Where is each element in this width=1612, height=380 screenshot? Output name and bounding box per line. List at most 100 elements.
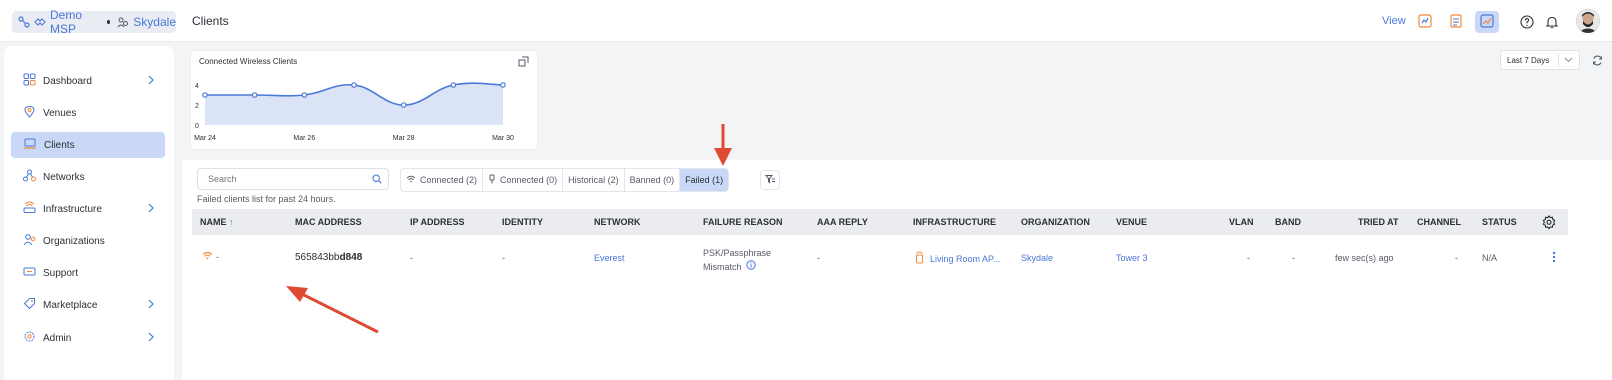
connected-clients-chart: 0 2 4 Mar 24 Mar 26 Mar 28 Mar 30 <box>194 82 514 142</box>
failure-reason-line: Mismatch <box>703 262 742 272</box>
aaa-reply-cell: - <box>817 253 820 263</box>
chart-data-point[interactable] <box>450 82 457 88</box>
failed-clients-hint: Failed clients list for past 24 hours. <box>197 194 336 204</box>
tab-connected-wired[interactable]: Connected (0) <box>483 169 564 191</box>
tag-icon <box>23 297 36 313</box>
view-label: View <box>1382 15 1406 27</box>
view-option-chart-button[interactable] <box>1475 11 1499 33</box>
sidebar-item-label: Venues <box>43 107 77 119</box>
mac-address-suffix: d848 <box>339 252 363 263</box>
select-divider <box>1558 54 1559 67</box>
chart-data-point[interactable] <box>400 102 407 108</box>
location-pin-icon <box>23 105 36 121</box>
mac-address-prefix: 565843bb <box>295 252 340 263</box>
sidebar-item-dashboard[interactable]: Dashboard <box>11 68 165 94</box>
column-header-network[interactable]: NETWORK <box>594 217 641 227</box>
avatar[interactable] <box>1576 9 1600 33</box>
column-header-mac-address[interactable]: MAC ADDRESS <box>295 217 362 227</box>
sidebar-item-label: Infrastructure <box>43 203 102 215</box>
column-header-identity[interactable]: IDENTITY <box>502 217 543 227</box>
venue-link[interactable]: Tower 3 <box>1116 253 1148 263</box>
search-icon[interactable] <box>372 174 382 187</box>
list-view-icon <box>1418 13 1432 31</box>
chart-data-point[interactable] <box>251 92 258 98</box>
tab-historical[interactable]: Historical (2) <box>563 169 625 191</box>
sidebar-item-admin[interactable]: Admin <box>11 325 165 351</box>
column-header-ip-address[interactable]: IP ADDRESS <box>410 217 465 227</box>
breadcrumb-msp[interactable]: Demo MSP <box>50 8 100 36</box>
chevron-right-icon <box>147 203 155 216</box>
breadcrumb-org[interactable]: Skydale <box>133 15 176 29</box>
column-header-failure-reason[interactable]: FAILURE REASON <box>703 217 783 227</box>
failure-reason-cell: PSK/Passphrase Mismatch <box>703 246 771 274</box>
chart-data-point[interactable] <box>351 82 357 88</box>
sidebar-item-venues[interactable]: Venues <box>11 100 165 126</box>
bell-icon[interactable] <box>1543 13 1561 31</box>
tab-failed[interactable]: Failed (1) <box>680 169 729 191</box>
column-header-organization[interactable]: ORGANIZATION <box>1021 217 1090 227</box>
filter-button[interactable] <box>760 170 780 190</box>
access-point-icon <box>915 251 924 266</box>
more-options-icon[interactable] <box>1552 251 1556 266</box>
column-settings-gear-icon[interactable] <box>1542 215 1556 232</box>
x-tick-label: Mar 26 <box>293 135 315 142</box>
sidebar-item-label: Organizations <box>43 235 105 247</box>
org-icon <box>117 16 129 28</box>
chart-data-point[interactable] <box>500 82 506 88</box>
expand-icon[interactable] <box>518 56 529 70</box>
clients-panel: Connected (2) Connected (0) Historical (… <box>182 160 1612 380</box>
sidebar-item-clients[interactable]: Clients <box>11 132 165 158</box>
tab-connected-wireless[interactable]: Connected (2) <box>401 169 484 191</box>
column-header-tried-at[interactable]: TRIED AT <box>1358 217 1399 227</box>
help-icon[interactable] <box>1518 13 1536 31</box>
sort-ascending-icon: ↑ <box>229 217 234 227</box>
refresh-icon[interactable] <box>1592 55 1603 69</box>
column-header-venue[interactable]: VENUE <box>1116 217 1147 227</box>
network-link[interactable]: Everest <box>594 253 625 263</box>
sidebar-item-label: Marketplace <box>43 299 98 311</box>
failure-reason-line: PSK/Passphrase <box>703 248 772 258</box>
view-option-list-button[interactable] <box>1413 11 1437 33</box>
router-icon <box>23 201 36 217</box>
tried-at-cell: few sec(s) ago <box>1335 253 1394 263</box>
y-tick-label: 2 <box>195 103 199 110</box>
view-option-map-button[interactable] <box>1444 11 1468 33</box>
sidebar-item-label: Admin <box>43 332 72 344</box>
tab-label: Failed (1) <box>685 175 724 185</box>
column-header-channel[interactable]: CHANNEL <box>1417 217 1461 227</box>
tab-banned[interactable]: Banned (0) <box>625 169 681 191</box>
organization-link[interactable]: Skydale <box>1021 253 1053 263</box>
chart-data-point[interactable] <box>202 92 208 98</box>
ip-address-cell: - <box>410 253 413 263</box>
search-input[interactable] <box>197 168 389 190</box>
infrastructure-link[interactable]: Living Room AP... <box>930 254 1000 264</box>
column-header-vlan[interactable]: VLAN <box>1229 217 1254 227</box>
sidebar-item-support[interactable]: Support <box>11 260 165 286</box>
breadcrumb-separator <box>107 20 111 24</box>
x-tick-label: Mar 30 <box>492 135 514 142</box>
sidebar-item-networks[interactable]: Networks <box>11 164 165 190</box>
page-title: Clients <box>192 14 229 28</box>
column-header-status[interactable]: STATUS <box>1482 217 1517 227</box>
gear-icon <box>23 330 36 346</box>
infrastructure-cell: Living Room AP... <box>915 251 1000 266</box>
x-tick-label: Mar 24 <box>194 135 216 142</box>
date-range-value: Last 7 Days <box>1507 55 1550 65</box>
column-header-name[interactable]: NAME ↑ <box>200 217 234 227</box>
column-header-infrastructure[interactable]: INFRASTRUCTURE <box>913 217 996 227</box>
sidebar-item-organizations[interactable]: Organizations <box>11 228 165 254</box>
breadcrumb[interactable]: Demo MSP Skydale <box>12 8 176 36</box>
info-icon[interactable] <box>745 260 756 274</box>
client-name[interactable]: - <box>216 252 219 262</box>
table-row[interactable]: - 565843bbd848 - - Everest PSK/Passphras… <box>192 239 1568 279</box>
table-view-icon <box>1449 13 1463 31</box>
chart-data-point[interactable] <box>301 92 308 98</box>
sidebar-item-marketplace[interactable]: Marketplace <box>11 292 165 318</box>
sidebar-item-label: Dashboard <box>43 75 92 87</box>
column-header-band[interactable]: BAND <box>1275 217 1301 227</box>
connected-clients-chart-card: 0 2 4 Mar 24 Mar 26 Mar 28 Mar 30 Connected Wi… <box>190 50 538 150</box>
column-header-aaa-reply[interactable]: AAA REPLY <box>817 217 868 227</box>
sidebar-item-infrastructure[interactable]: Infrastructure <box>11 196 165 222</box>
sidebar-item-label: Support <box>43 267 79 279</box>
date-range-select[interactable]: Last 7 Days <box>1500 50 1580 70</box>
